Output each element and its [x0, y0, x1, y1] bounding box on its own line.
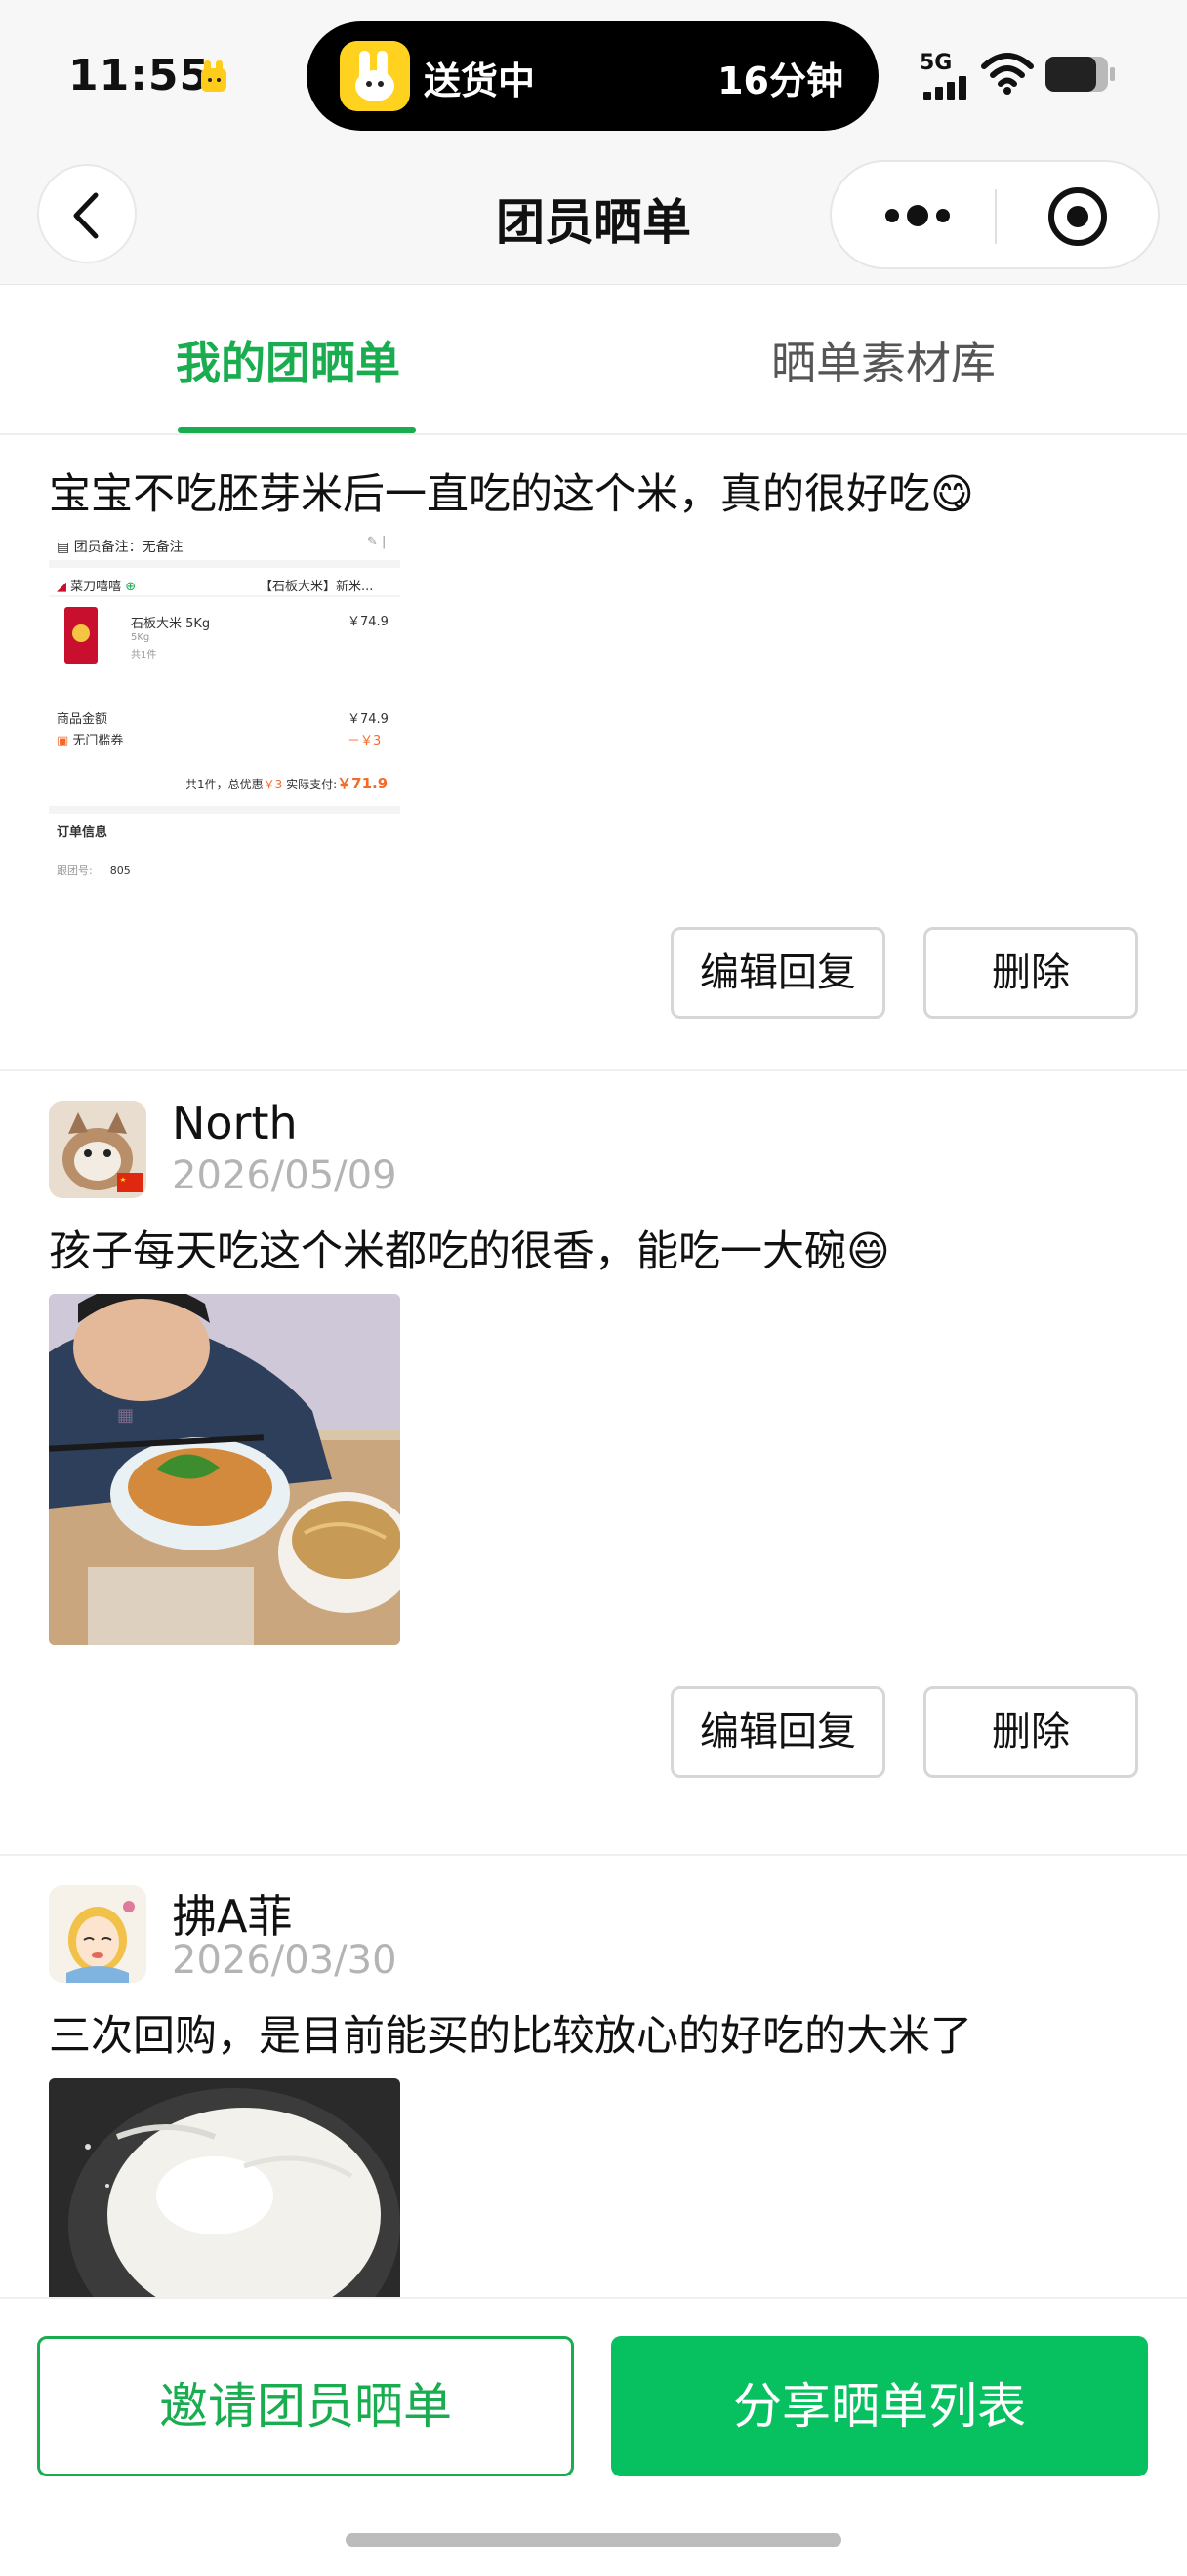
dynamic-island-delivery[interactable]: 送货中 16分钟	[307, 21, 879, 131]
goods-amount: ￥74.9	[348, 712, 389, 727]
home-indicator[interactable]	[346, 2533, 841, 2547]
share-list-button[interactable]: 分享晒单列表	[611, 2336, 1148, 2476]
post-text: 三次回购，是目前能买的比较放心的好吃的大米了	[49, 2012, 972, 2061]
coupon-label: 无门槛券	[72, 734, 124, 748]
svg-text:▦: ▦	[117, 1405, 134, 1426]
post-image-order-screenshot[interactable]: ▤ 团员备注：无备注 ✎ | ◢ 菜刀嘻嘻 ⊕ 【石板大米】新米... 石板大米…	[49, 531, 400, 882]
item-spec: 5Kg	[131, 632, 150, 643]
order-note: 团员备注：无备注	[73, 540, 184, 555]
rice-bag-thumbnail	[64, 607, 98, 664]
post-text: 孩子每天吃这个米都吃的很香，能吃一大碗😄	[49, 1228, 890, 1276]
item-price: ￥74.9	[348, 615, 389, 629]
coupon-value: －￥3	[348, 734, 382, 748]
delete-button[interactable]: 删除	[923, 1686, 1138, 1778]
post-image-child-eating[interactable]: ▦	[49, 1294, 400, 1645]
delivery-status-text: 送货中	[424, 60, 536, 102]
divider	[49, 595, 400, 597]
delete-button[interactable]: 删除	[923, 927, 1138, 1019]
avatar[interactable]	[49, 1885, 146, 1983]
divider	[49, 560, 400, 568]
miniprogram-capsule	[830, 160, 1160, 269]
post-feed[interactable]: 宝宝不吃胚芽米后一直吃的这个米，真的很好吃😋 ▤ 团员备注：无备注 ✎ | ◢ …	[0, 435, 1187, 2297]
invite-members-button[interactable]: 邀请团员晒单	[37, 2336, 574, 2476]
battery-icon	[1045, 57, 1115, 92]
status-time: 11:55	[68, 51, 211, 101]
shop-name: 菜刀嘻嘻	[70, 580, 122, 594]
edit-reply-button[interactable]: 编辑回复	[671, 927, 885, 1019]
post-card: North 2026/05/09 孩子每天吃这个米都吃的很香，能吃一大碗😄 ▦	[0, 1071, 1187, 1854]
edit-reply-button[interactable]: 编辑回复	[671, 1686, 885, 1778]
status-bar: 11:55 送货中 16分钟 5G	[0, 0, 1187, 156]
username: North	[172, 1097, 298, 1149]
delivery-eta: 16分钟	[717, 60, 843, 102]
item-count: 共1件	[131, 650, 157, 661]
app-mascot-icon	[201, 60, 226, 92]
navigation-bar: 团员晒单	[0, 156, 1187, 285]
product-tag: 【石板大米】新米...	[260, 580, 374, 594]
summary-prefix: 共1件，总优惠	[185, 778, 264, 791]
tab-my-posts[interactable]: 我的团晒单	[176, 328, 400, 392]
network-type-label: 5G	[920, 51, 953, 75]
more-options-icon[interactable]	[879, 181, 957, 250]
tab-bar: 我的团晒单 晒单素材库	[0, 285, 1187, 435]
post-image-rice-cooker[interactable]	[49, 2078, 400, 2297]
shop-logo-icon: ◢	[57, 580, 71, 594]
summary-pay-label: 实际支付:	[286, 778, 338, 791]
wifi-icon	[981, 53, 1034, 95]
delivery-app-icon	[340, 41, 410, 111]
summary-pay: ￥71.9	[337, 775, 389, 792]
edit-note-icon: ✎ |	[367, 535, 387, 549]
close-miniprogram-icon[interactable]	[1046, 185, 1109, 248]
username: 拂A菲	[172, 1890, 293, 1943]
group-no-label: 跟团号:	[57, 865, 93, 877]
tab-material-library[interactable]: 晒单素材库	[771, 328, 996, 392]
divider	[49, 806, 400, 814]
post-date: 2026/03/30	[172, 1938, 397, 1983]
post-card: 宝宝不吃胚芽米后一直吃的这个米，真的很好吃😋 ▤ 团员备注：无备注 ✎ | ◢ …	[0, 435, 1187, 1069]
avatar[interactable]	[49, 1101, 146, 1198]
summary-discount: ￥3	[263, 778, 283, 791]
post-card: 拂A菲 2026/03/30 三次回购，是目前能买的比较放心的好吃的大米了	[0, 1856, 1187, 2297]
active-tab-indicator	[178, 427, 416, 433]
chat-icon: ⊕	[121, 580, 137, 594]
capsule-divider	[995, 189, 997, 244]
coupon-icon: ▣	[57, 734, 73, 748]
cellular-signal-icon	[923, 76, 966, 100]
order-info-title: 订单信息	[57, 825, 108, 840]
post-date: 2026/05/09	[172, 1153, 397, 1198]
group-no: 805	[109, 865, 131, 877]
note-icon: ▤	[57, 540, 74, 555]
post-text: 宝宝不吃胚芽米后一直吃的这个米，真的很好吃😋	[49, 470, 974, 519]
bottom-action-bar: 邀请团员晒单 分享晒单列表	[0, 2297, 1187, 2576]
